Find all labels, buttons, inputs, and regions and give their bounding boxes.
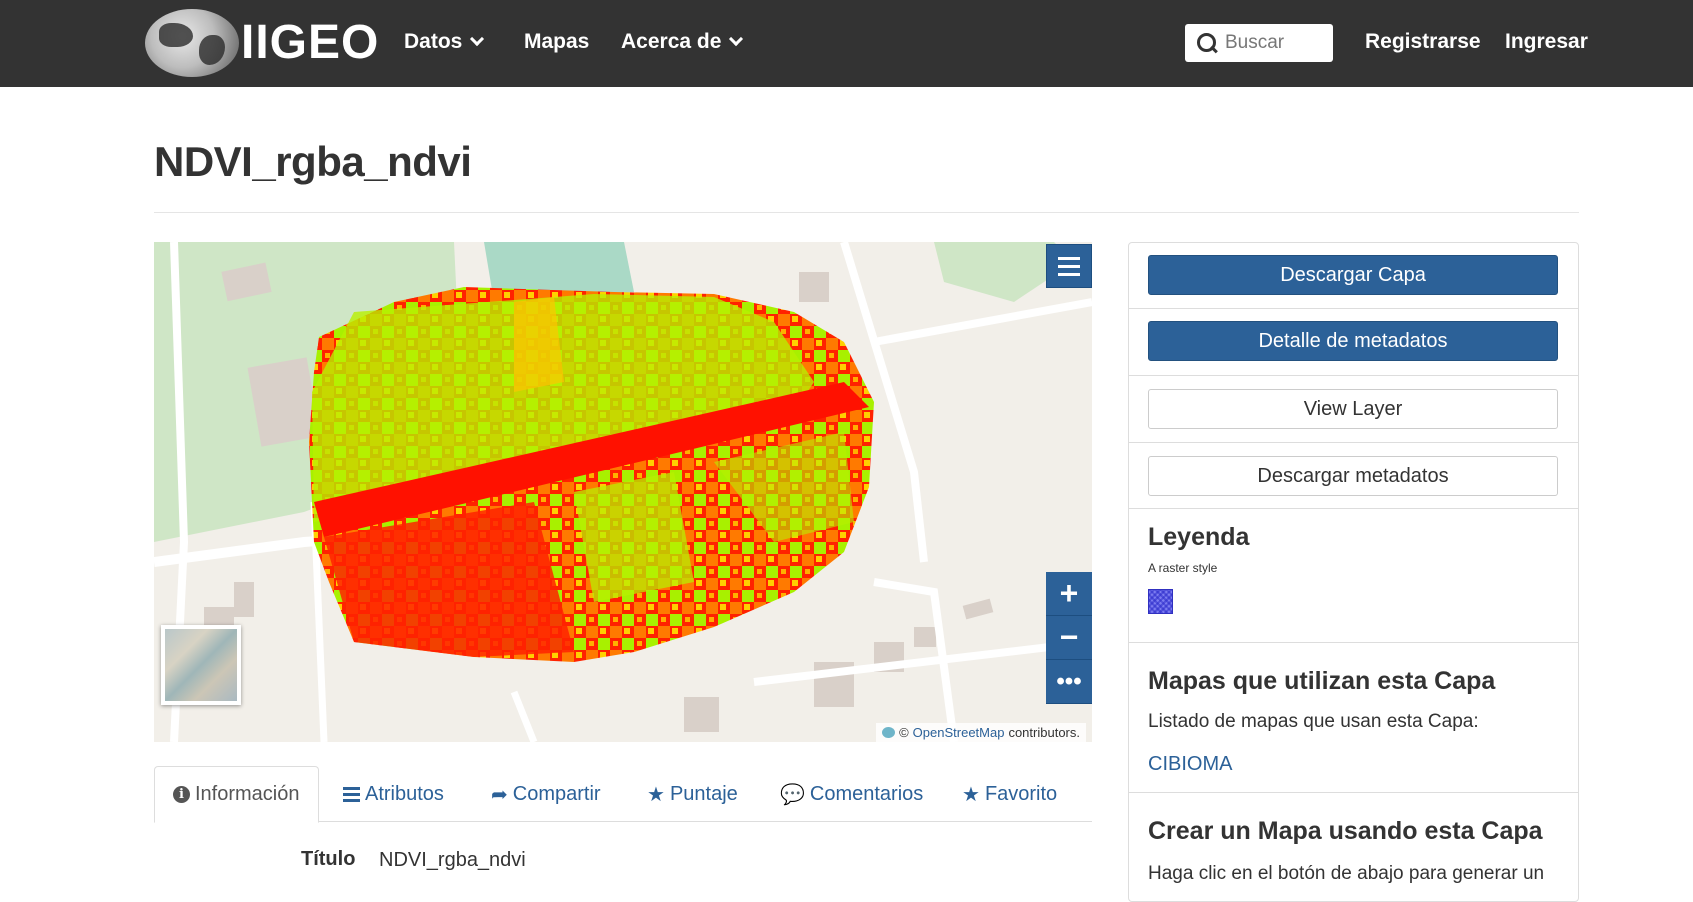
top-navbar: IIGEO Datos Mapas Acerca de Registrarse … — [0, 0, 1693, 87]
tab-label: Puntaje — [669, 782, 738, 805]
detail-tabs: i Información Atributos ➦ Compartir ★ Pu… — [154, 766, 1092, 823]
legend-swatch — [1148, 589, 1173, 614]
tab-comentarios[interactable]: 💬 Comentarios — [780, 766, 923, 822]
attribution-suffix: contributors. — [1008, 725, 1080, 740]
zoom-out-button[interactable]: − — [1046, 616, 1092, 660]
sidebar-row: Descargar metadatos — [1129, 443, 1578, 509]
nav-datos-dropdown[interactable]: Datos — [404, 30, 485, 54]
attribution-prefix: © — [899, 725, 909, 740]
basemap-switcher[interactable] — [161, 625, 241, 705]
tab-puntaje[interactable]: ★ Puntaje — [647, 766, 738, 822]
map-canvas — [154, 242, 1092, 742]
building — [914, 627, 936, 647]
comment-icon: 💬 — [780, 782, 805, 806]
site-logo[interactable]: IIGEO — [145, 8, 379, 78]
zoom-in-button[interactable]: + — [1046, 572, 1092, 616]
login-label: Ingresar — [1505, 30, 1588, 53]
tab-atributos[interactable]: Atributos — [343, 766, 444, 822]
osm-logo-icon — [882, 727, 896, 738]
search-icon[interactable] — [1185, 24, 1225, 62]
map-link-cibioma[interactable]: CIBIOMA — [1148, 753, 1232, 776]
tab-favorito[interactable]: ★ Favorito — [962, 766, 1057, 822]
star-icon: ★ — [962, 782, 980, 806]
globe-logo-icon — [145, 9, 239, 77]
building — [234, 582, 254, 617]
legend-section: Leyenda A raster style — [1129, 509, 1578, 643]
osm-link[interactable]: OpenStreetMap — [913, 725, 1005, 740]
list-icon — [343, 786, 360, 802]
map-attribution: © OpenStreetMap contributors. — [876, 723, 1086, 742]
map-menu-button[interactable] — [1046, 244, 1092, 288]
chevron-down-icon — [470, 31, 485, 47]
create-map-title: Crear un Mapa usando esta Capa — [1148, 817, 1543, 845]
create-map-text: Haga clic en el botón de abajo para gene… — [1148, 863, 1545, 884]
tab-label: Información — [195, 783, 300, 805]
download-metadata-button[interactable]: Descargar metadatos — [1148, 456, 1558, 496]
tab-label: Atributos — [365, 782, 444, 805]
sidebar-row: Detalle de metadatos — [1129, 309, 1578, 376]
layer-sidebar: Descargar Capa Detalle de metadatos View… — [1128, 242, 1579, 902]
tab-label: Compartir — [512, 782, 601, 805]
page-title: NDVI_rgba_ndvi — [154, 138, 472, 185]
map-viewer[interactable]: + − ••• © OpenStreetMap contributors. — [154, 242, 1092, 742]
zoom-controls: + − ••• — [1046, 572, 1092, 704]
nav-mapas-label: Mapas — [524, 30, 590, 53]
title-divider — [154, 212, 1579, 213]
chevron-down-icon — [729, 31, 744, 47]
maps-section-title: Mapas que utilizan esta Capa — [1148, 667, 1496, 695]
search-box — [1185, 24, 1333, 62]
login-link[interactable]: Ingresar — [1505, 30, 1588, 54]
share-icon: ➦ — [491, 782, 508, 806]
legend-title: Leyenda — [1148, 523, 1250, 551]
nav-acerca-label: Acerca de — [621, 30, 722, 53]
search-input[interactable] — [1225, 32, 1325, 54]
sidebar-row: View Layer — [1129, 376, 1578, 443]
tab-label: Comentarios — [809, 782, 924, 805]
register-label: Registrarse — [1365, 30, 1481, 53]
create-map-section: Crear un Mapa usando esta Capa Haga clic… — [1129, 793, 1578, 901]
nav-acerca-dropdown[interactable]: Acerca de — [621, 30, 744, 54]
tab-compartir[interactable]: ➦ Compartir — [491, 766, 601, 822]
sidebar-row: Descargar Capa — [1129, 243, 1578, 309]
nav-mapas-link[interactable]: Mapas — [524, 30, 589, 54]
metadata-detail-button[interactable]: Detalle de metadatos — [1148, 321, 1558, 361]
nav-datos-label: Datos — [404, 30, 463, 53]
register-link[interactable]: Registrarse — [1365, 30, 1481, 54]
tab-informacion[interactable]: i Información — [154, 766, 319, 823]
maps-section-text: Listado de mapas que usan esta Capa: — [1148, 711, 1479, 732]
download-layer-button[interactable]: Descargar Capa — [1148, 255, 1558, 295]
star-icon: ★ — [647, 782, 665, 806]
info-icon: i — [173, 786, 190, 803]
title-value: NDVI_rgba_ndvi — [379, 849, 526, 871]
tab-label: Favorito — [984, 782, 1058, 805]
building — [799, 272, 829, 302]
more-options-button[interactable]: ••• — [1046, 660, 1092, 704]
logo-text: IIGEO — [241, 16, 380, 69]
title-label: Título — [301, 848, 356, 870]
view-layer-button[interactable]: View Layer — [1148, 389, 1558, 429]
maps-section: Mapas que utilizan esta Capa Listado de … — [1129, 643, 1578, 793]
building — [684, 697, 719, 732]
legend-style-name: A raster style — [1148, 561, 1218, 575]
